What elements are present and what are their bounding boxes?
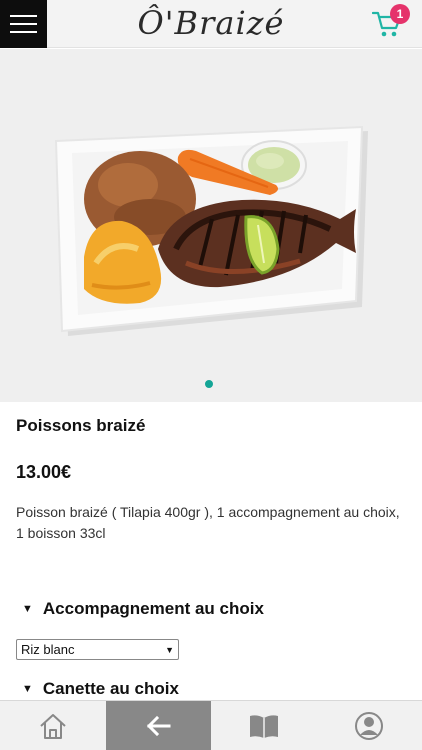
side-dish-section-toggle[interactable]: ▼ Accompagnement au choix: [22, 599, 264, 619]
product-description: Poisson braizé ( Tilapia 400gr ), 1 acco…: [16, 504, 400, 541]
product-photo: [54, 125, 368, 336]
side-dish-selected-value: Riz blanc: [21, 642, 75, 657]
side-dish-section-label: Accompagnement au choix: [42, 599, 264, 618]
user-icon: [355, 711, 384, 740]
select-arrow-icon: ▼: [165, 644, 174, 655]
cart-button[interactable]: 1: [372, 4, 410, 40]
product-price: 13.00€: [16, 462, 72, 482]
app-header: Ô'Braizé 1: [0, 0, 422, 48]
back-arrow-icon: [147, 715, 171, 736]
book-icon: [249, 714, 278, 738]
caret-down-icon: ▼: [22, 683, 33, 695]
nav-home[interactable]: [0, 701, 106, 750]
drink-section-toggle[interactable]: ▼ Canette au choix: [22, 679, 179, 699]
side-dish-select[interactable]: Riz blanc ▼: [16, 639, 179, 660]
brand-logo[interactable]: Ô'Braizé: [0, 4, 422, 42]
product-details: Poissons braizé 13.00€ Poisson braizé ( …: [0, 402, 422, 700]
nav-menu-book[interactable]: [211, 701, 317, 750]
caret-down-icon: ▼: [22, 603, 33, 615]
home-icon: [40, 713, 66, 739]
cart-count-badge: 1: [390, 4, 410, 24]
nav-account[interactable]: [317, 701, 422, 750]
product-image-carousel[interactable]: [0, 49, 422, 402]
carousel-dot-active[interactable]: [205, 380, 213, 388]
drink-section-label: Canette au choix: [42, 679, 179, 698]
product-title: Poissons braizé: [16, 416, 146, 435]
bottom-navigation: [0, 700, 422, 750]
nav-back[interactable]: [105, 701, 211, 750]
